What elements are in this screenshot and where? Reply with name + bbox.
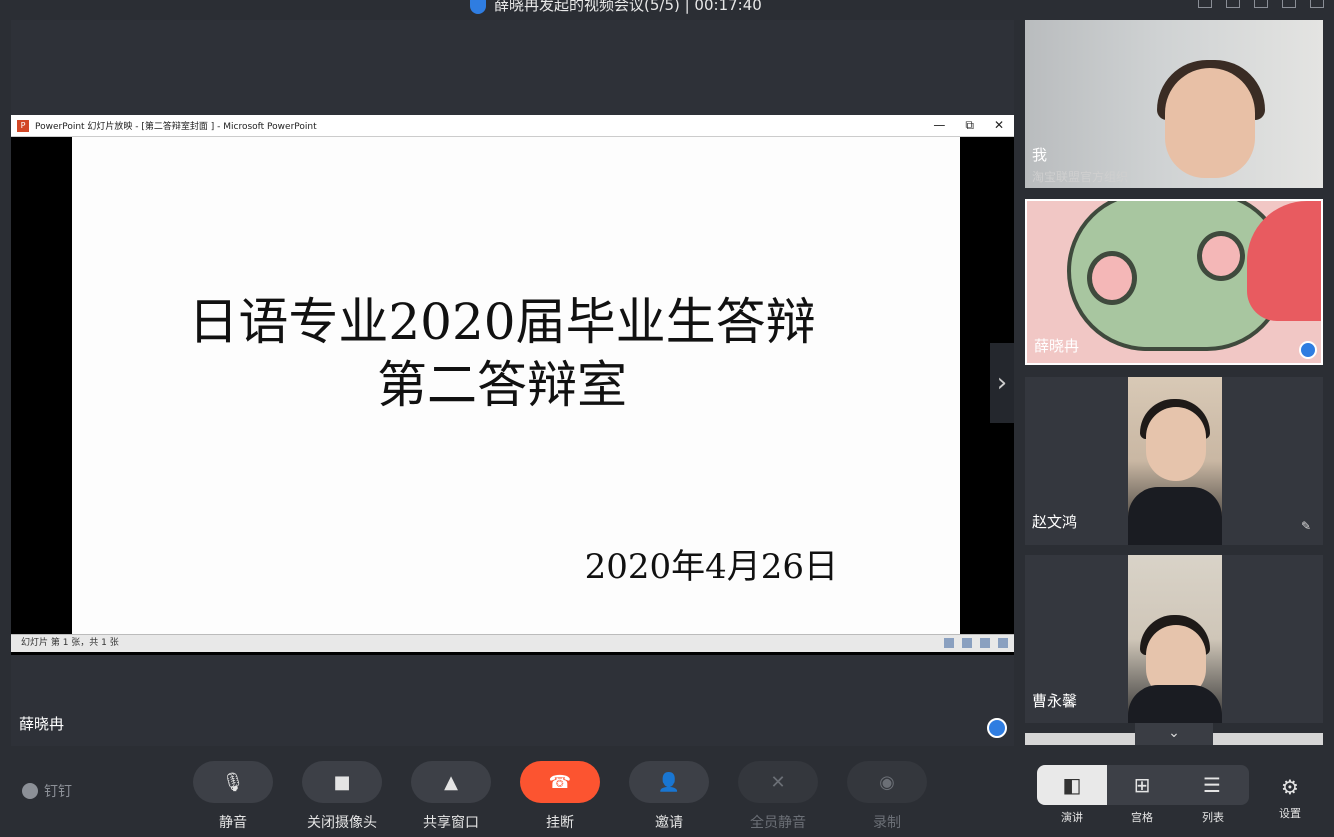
- speaker-view-icon: ◧: [1062, 773, 1082, 797]
- pin-icon[interactable]: [1198, 0, 1212, 8]
- mic-icon: 🎙: [193, 761, 273, 803]
- participant-tile[interactable]: 曹永馨: [1025, 555, 1323, 723]
- ppt-status-text: 幻灯片 第 1 张，共 1 张: [21, 638, 119, 648]
- ppt-status-icons: [944, 638, 1008, 648]
- grid-view-button[interactable]: ⊞: [1107, 765, 1177, 805]
- gear-icon: ⚙: [1281, 775, 1299, 799]
- participant-tile-self[interactable]: 我 淘宝联盟官方组织: [1025, 20, 1323, 188]
- meeting-title-text: 薛晓冉发起的视频会议(5/5) | 00:17:40: [494, 0, 762, 14]
- phone-icon: ☎: [520, 761, 600, 803]
- ppt-restore-icon[interactable]: ⧉: [965, 118, 974, 133]
- dingtalk-brand: 钉钉: [22, 781, 72, 801]
- layout-switcher: ◧ ⊞ ☰: [1037, 765, 1249, 805]
- record-label: 录制: [873, 815, 901, 831]
- video-feed-face: [1165, 68, 1255, 178]
- main-stage: P PowerPoint 幻灯片放映 - [第二答辩室封面 ] - Micros…: [11, 20, 1014, 746]
- camera-icon: ■: [302, 761, 382, 803]
- mute-button[interactable]: 🎙 静音: [193, 761, 273, 832]
- participant-tile[interactable]: 赵文鸿 ✎: [1025, 377, 1323, 545]
- mute-all-button[interactable]: ✕ 全员静音: [738, 761, 818, 832]
- dingtalk-logo-icon: [22, 783, 38, 799]
- invite-label: 邀请: [655, 815, 683, 831]
- presenter-name: 薛晓冉: [19, 715, 65, 733]
- record-icon: ◉: [847, 761, 927, 803]
- share-screen-icon: ▲: [411, 761, 491, 803]
- maximize-button[interactable]: [1282, 0, 1296, 8]
- minimize-button[interactable]: [1254, 0, 1268, 8]
- chevron-down-icon: ⌄: [1168, 725, 1180, 741]
- title-bar: 薛晓冉发起的视频会议(5/5) | 00:17:40: [0, 0, 1334, 14]
- mic-off-icon: ✎: [1301, 519, 1312, 533]
- hang-up-label: 挂断: [546, 815, 574, 831]
- participant-name: 薛晓冉: [1034, 337, 1080, 355]
- participant-tile-presenter[interactable]: 薛晓冉: [1025, 199, 1323, 365]
- ppt-view-slideshow-icon[interactable]: [980, 638, 990, 648]
- ppt-window-title: PowerPoint 幻灯片放映 - [第二答辩室封面 ] - Microsof…: [35, 122, 317, 132]
- mute-all-icon: ✕: [738, 761, 818, 803]
- ppt-window-controls: — ⧉ ✕: [933, 118, 1004, 133]
- slide-subtitle: 第二答辩室: [377, 356, 627, 414]
- grid-view-label: 宫格: [1131, 811, 1153, 824]
- share-window-label: 共享窗口: [423, 815, 479, 831]
- slide-title: 日语专业2020届毕业生答辩: [188, 293, 816, 351]
- mute-label: 静音: [219, 815, 247, 831]
- shield-icon: [470, 0, 486, 14]
- ppt-close-icon[interactable]: ✕: [994, 118, 1004, 133]
- video-feed-detail: [1128, 685, 1222, 723]
- settings-button[interactable]: ⚙ 设置: [1270, 775, 1310, 821]
- fullscreen-icon[interactable]: [1226, 0, 1240, 8]
- record-button[interactable]: ◉ 录制: [847, 761, 927, 832]
- share-window-button[interactable]: ▲ 共享窗口: [411, 761, 491, 832]
- speaker-view-label: 演讲: [1061, 811, 1083, 824]
- speaker-view-button[interactable]: ◧: [1037, 765, 1107, 805]
- participant-name: 赵文鸿: [1032, 513, 1078, 531]
- ppt-view-normal-icon[interactable]: [944, 638, 954, 648]
- slide: 日语专业2020届毕业生答辩 第二答辩室 2020年4月26日: [72, 137, 960, 634]
- shared-ppt-window: P PowerPoint 幻灯片放映 - [第二答辩室封面 ] - Micros…: [11, 115, 1014, 655]
- video-feed-detail: [1146, 407, 1206, 481]
- list-view-icon: ☰: [1203, 773, 1221, 797]
- ppt-zoom-icon[interactable]: [998, 638, 1008, 648]
- chevron-right-icon: ›: [996, 368, 1008, 398]
- brand-label: 钉钉: [44, 784, 72, 800]
- list-view-button[interactable]: ☰: [1177, 765, 1247, 805]
- window-controls: [1198, 0, 1324, 8]
- participant-name: 曹永馨: [1032, 692, 1078, 710]
- video-feed-detail: [1128, 487, 1222, 545]
- invite-button[interactable]: 👤 邀请: [629, 761, 709, 832]
- meeting-title: 薛晓冉发起的视频会议(5/5) | 00:17:40: [470, 0, 762, 15]
- screen-share-icon: [987, 718, 1007, 738]
- ppt-view-sorter-icon[interactable]: [962, 638, 972, 648]
- hang-up-button[interactable]: ☎ 挂断: [520, 761, 600, 832]
- video-feed: [1128, 377, 1222, 545]
- close-button[interactable]: [1310, 0, 1324, 8]
- avatar-detail: [1197, 231, 1245, 281]
- participant-name: 我: [1032, 146, 1048, 164]
- powerpoint-icon: P: [17, 119, 29, 132]
- mute-all-label: 全员静音: [750, 815, 806, 831]
- screen-share-icon: [1299, 341, 1317, 359]
- next-page-button[interactable]: ›: [990, 343, 1014, 423]
- avatar-detail: [1087, 251, 1137, 305]
- list-view-label: 列表: [1202, 811, 1224, 824]
- ppt-minimize-icon[interactable]: —: [933, 118, 945, 133]
- camera-off-label: 关闭摄像头: [307, 815, 377, 831]
- participant-org: 淘宝联盟官方组织: [1032, 170, 1129, 184]
- settings-label: 设置: [1279, 807, 1301, 820]
- add-user-icon: 👤: [629, 761, 709, 803]
- video-feed: [1128, 555, 1222, 723]
- ppt-statusbar: 幻灯片 第 1 张，共 1 张: [11, 634, 1014, 652]
- slide-date: 2020年4月26日: [584, 547, 838, 587]
- grid-view-icon: ⊞: [1133, 773, 1151, 797]
- camera-off-button[interactable]: ■ 关闭摄像头: [302, 761, 382, 832]
- scroll-down-button[interactable]: ⌄: [1135, 723, 1213, 745]
- ppt-titlebar: P PowerPoint 幻灯片放映 - [第二答辩室封面 ] - Micros…: [11, 115, 1014, 137]
